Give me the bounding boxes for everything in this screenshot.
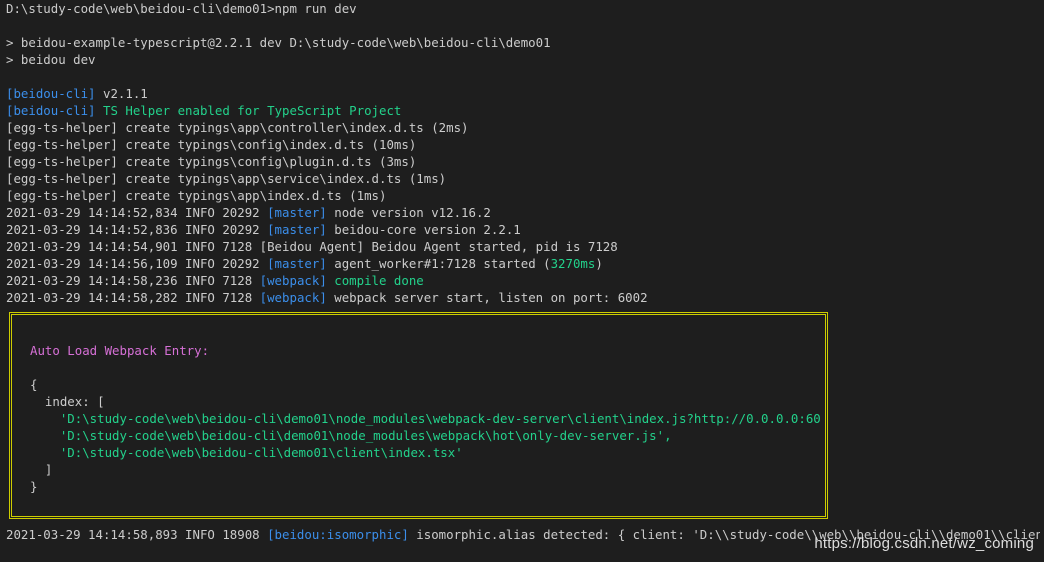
egg-ts-helper-line: [egg-ts-helper] create typings\config\pl…: [6, 154, 417, 169]
log-line: 2021-03-29 14:14:52,834 INFO 20292 [mast…: [6, 204, 1040, 221]
log-text: agent_worker#1:7128 started (: [326, 256, 551, 271]
log-text: node version v12.16.2: [326, 205, 491, 220]
entry-path: 'D:\study-code\web\beidou-cli\demo01\nod…: [30, 411, 820, 426]
cli-tag: [beidou-cli]: [6, 103, 96, 118]
log-prefix: 2021-03-29 14:14:58,236 INFO 7128: [6, 273, 260, 288]
egg-ts-helper-line: [egg-ts-helper] create typings\app\servi…: [6, 171, 447, 186]
log-prefix: 2021-03-29 14:14:58,893 INFO 18908: [6, 527, 268, 542]
ts-helper-line: [beidou-cli] TS Helper enabled for TypeS…: [6, 102, 1040, 119]
egg-ts-helper-line: [egg-ts-helper] create typings\config\in…: [6, 137, 417, 152]
log-tag: [beidou:isomorphic]: [267, 527, 409, 542]
log-tag: [webpack]: [259, 273, 327, 288]
log-text: [Beidou Agent] Beidou Agent started, pid…: [259, 239, 618, 254]
log-text: beidou-core version 2.2.1: [326, 222, 521, 237]
entry-close-bracket: ]: [30, 462, 53, 477]
log-prefix: 2021-03-29 14:14:58,282 INFO 7128: [6, 290, 260, 305]
entry-box-content: Auto Load Webpack Entry: { index: [ 'D:\…: [30, 342, 820, 495]
log-tag: [master]: [267, 205, 327, 220]
webpack-entry-box: Auto Load Webpack Entry: { index: [ 'D:\…: [9, 312, 828, 519]
cli-version-line: [beidou-cli] v2.1.1: [6, 85, 1040, 102]
entry-path: 'D:\study-code\web\beidou-cli\demo01\nod…: [30, 428, 672, 443]
cli-version-text: v2.1.1: [95, 86, 148, 101]
terminal-output[interactable]: D:\study-code\web\beidou-cli\demo01>npm …: [6, 0, 1040, 306]
log-tag: [master]: [267, 256, 327, 271]
log-duration: 3270ms: [550, 256, 596, 271]
entry-heading: Auto Load Webpack Entry:: [30, 343, 210, 358]
log-line: 2021-03-29 14:14:54,901 INFO 7128 [Beido…: [6, 238, 1040, 255]
entry-close-brace: }: [30, 479, 38, 494]
entry-path: 'D:\study-code\web\beidou-cli\demo01\cli…: [30, 445, 463, 460]
log-line: 2021-03-29 14:14:52,836 INFO 20292 [mast…: [6, 221, 1040, 238]
log-line: 2021-03-29 14:14:58,282 INFO 7128 [webpa…: [6, 289, 1040, 306]
entry-index-key: index: [: [30, 394, 105, 409]
log-text: webpack server start, listen on port: 60…: [326, 290, 648, 305]
npm-script-line: > beidou dev: [6, 52, 96, 67]
log-prefix: 2021-03-29 14:14:52,836 INFO 20292: [6, 222, 268, 237]
log-prefix: 2021-03-29 14:14:56,109 INFO 20292: [6, 256, 268, 271]
csdn-watermark: https://blog.csdn.net/wz_coming: [814, 535, 1034, 552]
entry-open-brace: {: [30, 377, 38, 392]
egg-ts-helper-line: [egg-ts-helper] create typings\app\contr…: [6, 120, 469, 135]
log-tag: [webpack]: [259, 290, 327, 305]
command-prompt: D:\study-code\web\beidou-cli\demo01>npm …: [6, 1, 357, 16]
log-suffix: ): [595, 256, 603, 271]
egg-ts-helper-line: [egg-ts-helper] create typings\app\index…: [6, 188, 387, 203]
log-line: 2021-03-29 14:14:56,109 INFO 20292 [mast…: [6, 255, 1040, 272]
log-line: 2021-03-29 14:14:58,236 INFO 7128 [webpa…: [6, 272, 1040, 289]
cli-tag: [beidou-cli]: [6, 86, 96, 101]
log-tag: [master]: [267, 222, 327, 237]
log-text: compile done: [326, 273, 424, 288]
npm-script-line: > beidou-example-typescript@2.2.1 dev D:…: [6, 35, 551, 50]
log-prefix: 2021-03-29 14:14:54,901 INFO 7128: [6, 239, 260, 254]
log-prefix: 2021-03-29 14:14:52,834 INFO 20292: [6, 205, 268, 220]
ts-helper-text: TS Helper enabled for TypeScript Project: [95, 103, 402, 118]
